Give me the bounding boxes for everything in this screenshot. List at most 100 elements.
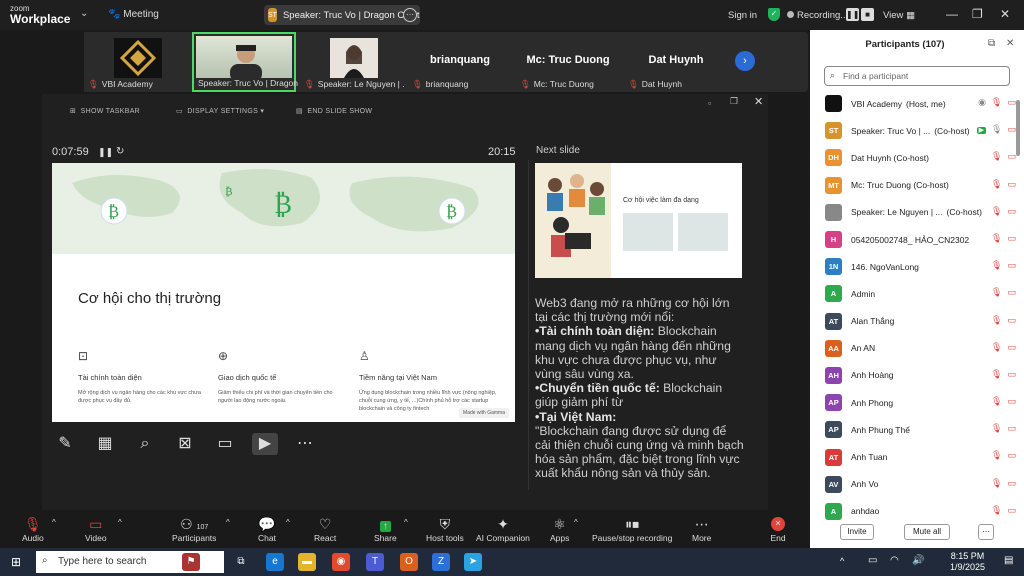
chat-button[interactable]: 💬 Chat xyxy=(258,515,276,543)
participant-row[interactable]: AP Anh Phong 🎙 ▭ xyxy=(810,389,1016,416)
slides-grid-icon[interactable]: ▦ xyxy=(92,433,118,455)
next-page-arrow-icon[interactable]: › xyxy=(735,51,755,71)
subtitles-icon[interactable]: ▭ xyxy=(212,433,238,455)
network-icon[interactable]: ▭ xyxy=(868,555,877,566)
wifi-icon[interactable]: ◠ xyxy=(890,555,899,566)
zoom-magnifier-icon[interactable]: ⌕ xyxy=(132,433,158,455)
chrome-icon[interactable]: ◉ xyxy=(332,553,350,571)
meeting-menu[interactable]: 🐾 Meeting xyxy=(108,9,159,20)
participant-status-icons: 🎙 ▭ xyxy=(991,450,1016,461)
participant-row[interactable]: AH Anh Hoàng 🎙 ▭ xyxy=(810,362,1016,389)
pointer-screen-icon[interactable]: ⊠ xyxy=(172,433,198,455)
more-button[interactable]: ⋯ More xyxy=(692,515,711,543)
shield-check-icon[interactable]: ✓ xyxy=(768,8,780,21)
share-button[interactable]: ↑ Share xyxy=(374,515,397,543)
participant-row[interactable]: Aanhdao 🎙 ▭ xyxy=(810,498,1016,525)
video-tile[interactable]: 🎙 VBI Academy xyxy=(84,32,188,92)
camera-icon[interactable]: ▶ xyxy=(252,433,278,455)
share-chevron-icon[interactable]: ^ xyxy=(404,518,408,527)
close-icon[interactable]: ✕ xyxy=(1000,7,1010,21)
more-icon[interactable]: ··· xyxy=(403,8,417,22)
host-tools-button[interactable]: ⛨ Host tools xyxy=(426,515,464,543)
participant-row[interactable]: ST Speaker: Truc Vo | ... (Co-host) ▶ 🎙 ▭ xyxy=(810,117,1016,144)
participant-row[interactable]: VBI Academy (Host, me) ◉ 🎙 ▭ xyxy=(810,90,1016,117)
next-slide-preview[interactable]: Cơ hội việc làm đa dạng xyxy=(535,163,742,278)
mute-all-button[interactable]: Mute all xyxy=(904,524,950,540)
teams-icon[interactable]: T xyxy=(366,553,384,571)
video-off-icon: ▭ xyxy=(89,516,103,532)
participant-row[interactable]: 1N 146. NgoVanLong 🎙 ▭ xyxy=(810,253,1016,280)
mic-muted-icon: 🎙 xyxy=(628,79,639,89)
participant-row[interactable]: Speaker: Le Nguyen | ... (Co-host) 🎙 ▭ xyxy=(810,199,1016,226)
mic-muted-icon: 🎙 xyxy=(520,79,531,89)
audio-button[interactable]: 🎙 Audio xyxy=(22,515,44,543)
sign-in-link[interactable]: Sign in xyxy=(728,10,757,21)
video-tile[interactable]: brianquang 🎙 brianquang xyxy=(408,32,512,92)
participant-row[interactable]: AP Anh Phung Thế 🎙 ▭ xyxy=(810,416,1016,443)
ai-companion-button[interactable]: ✦ AI Companion xyxy=(476,515,530,543)
restore-icon[interactable]: ❐ xyxy=(972,7,983,21)
restart-timer-icon[interactable]: ↻ xyxy=(116,146,124,157)
react-button[interactable]: ♡ React xyxy=(314,515,336,543)
end-button[interactable]: ✕ End xyxy=(764,515,792,543)
pen-icon[interactable]: ✎ xyxy=(52,433,78,455)
volume-icon[interactable]: 🔊 xyxy=(912,555,924,566)
close-icon[interactable]: ✕ xyxy=(754,95,764,108)
task-view-icon[interactable]: ⧉ xyxy=(232,553,250,571)
mic-muted-icon: 🎙 xyxy=(991,151,1003,162)
participant-search-input[interactable]: ⌕ Find a participant xyxy=(824,66,1010,86)
video-tile[interactable]: 🎙 Speaker: Le Nguyen | ... xyxy=(300,32,404,92)
restore-icon[interactable]: ❐ xyxy=(730,96,738,107)
pause-timer-icon[interactable]: ❚❚ xyxy=(98,147,113,158)
video-tile[interactable]: Mc: Truc Duong 🎙 Mc: Truc Duong xyxy=(516,32,620,92)
end-show-icon: ▤ xyxy=(296,108,303,115)
office-icon[interactable]: O xyxy=(400,553,418,571)
video-chevron-icon[interactable]: ^ xyxy=(118,518,122,527)
participant-row[interactable]: AT Alan Thắng 🎙 ▭ xyxy=(810,308,1016,335)
show-taskbar-button[interactable]: ⊞ SHOW TASKBAR xyxy=(70,107,140,115)
more-options-icon[interactable]: ⋯ xyxy=(292,433,318,455)
participant-row[interactable]: AV Anh Vo 🎙 ▭ xyxy=(810,471,1016,498)
apps-button[interactable]: ⚛ Apps xyxy=(550,515,569,543)
telegram-icon[interactable]: ➤ xyxy=(464,553,482,571)
participant-row[interactable]: A Admin 🎙 ▭ xyxy=(810,280,1016,307)
stop-recording-icon[interactable]: ■ xyxy=(861,8,874,21)
tray-chevron-icon[interactable]: ^ xyxy=(840,556,844,566)
participant-row[interactable]: AA An AN 🎙 ▭ xyxy=(810,335,1016,362)
windows-start-icon[interactable]: ⊞ xyxy=(11,555,21,569)
taskbar-search-label: Type here to search xyxy=(58,556,147,567)
video-tile-active[interactable]: Speaker: Truc Vo | Dragon ... xyxy=(192,32,298,92)
system-clock[interactable]: 8:15 PM 1/9/2025 xyxy=(950,551,985,573)
more-options-button[interactable]: ⋯ xyxy=(978,524,994,540)
participant-row[interactable]: MT Mc: Truc Duong (Co-host) 🎙 ▭ xyxy=(810,172,1016,199)
end-slide-show-button[interactable]: ▤ END SLIDE SHOW xyxy=(296,107,372,115)
minimize-icon[interactable]: ▫ xyxy=(708,98,712,108)
participant-row[interactable]: H 054205002748_ HẢO_CN2302A 🎙 ▭ xyxy=(810,226,1016,253)
flag-widget-icon[interactable]: ⚑ xyxy=(182,553,200,571)
chat-chevron-icon[interactable]: ^ xyxy=(286,518,290,527)
display-settings-button[interactable]: ▭ DISPLAY SETTINGS ▾ xyxy=(176,107,264,115)
avatar: AP xyxy=(825,421,842,439)
close-panel-icon[interactable]: ✕ xyxy=(1006,38,1014,49)
participant-row[interactable]: DH Dat Huynh (Co-host) 🎙 ▭ xyxy=(810,144,1016,171)
invite-button[interactable]: Invite xyxy=(840,524,874,540)
notification-icon[interactable]: ▤ xyxy=(1004,555,1013,566)
active-speaker-pill[interactable]: ST Speaker: Truc Vo | Dragon Capital ··· xyxy=(264,5,420,25)
popout-icon[interactable]: ⧉ xyxy=(988,38,995,49)
participants-chevron-icon[interactable]: ^ xyxy=(226,518,230,527)
audio-chevron-icon[interactable]: ^ xyxy=(52,518,56,527)
pause-recording-icon[interactable]: ❚❚ xyxy=(846,8,859,21)
chevron-down-icon[interactable]: ⌄ xyxy=(80,8,88,19)
video-button[interactable]: ▭ Video xyxy=(85,515,107,543)
pause-stop-recording-button[interactable]: ⏸⏹ Pause/stop recording xyxy=(592,515,672,543)
participants-button[interactable]: ⚇ 107 Participants xyxy=(172,515,216,543)
apps-chevron-icon[interactable]: ^ xyxy=(574,518,578,527)
file-explorer-icon[interactable]: ▬ xyxy=(298,553,316,571)
panel-scrollbar[interactable] xyxy=(1016,100,1020,156)
zoom-icon[interactable]: Z xyxy=(432,553,450,571)
view-menu[interactable]: View ▦ xyxy=(883,10,915,21)
participant-row[interactable]: AT Anh Tuan 🎙 ▭ xyxy=(810,443,1016,470)
minimize-icon[interactable]: — xyxy=(946,7,958,21)
video-tile[interactable]: Dat Huynh 🎙 Dat Huynh xyxy=(624,32,728,92)
edge-icon[interactable]: e xyxy=(266,553,284,571)
